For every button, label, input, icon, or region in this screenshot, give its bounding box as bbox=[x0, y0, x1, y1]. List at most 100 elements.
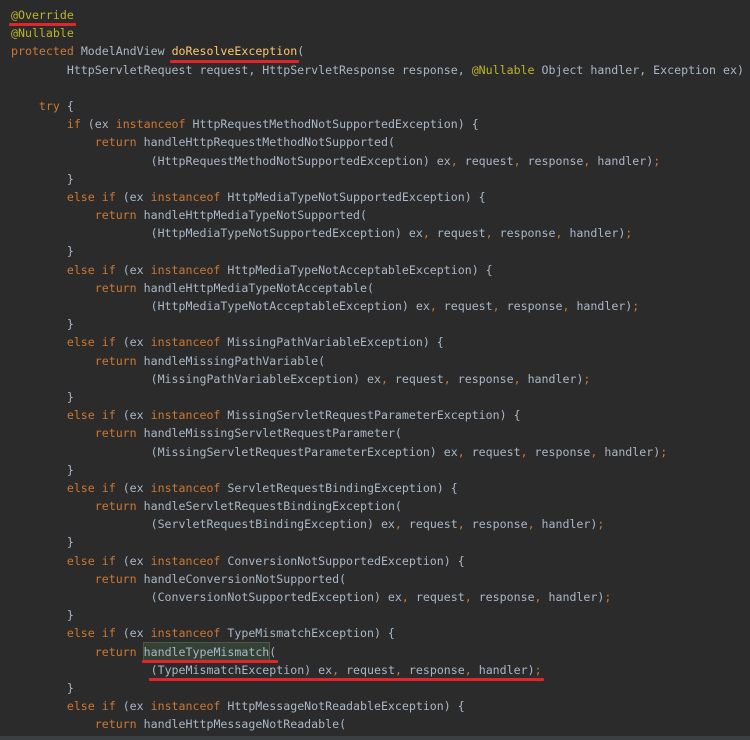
code-token: , bbox=[450, 153, 465, 168]
code-line[interactable]: (HttpRequestMethodNotSupportedException)… bbox=[0, 152, 750, 170]
code-line[interactable]: (TypeMismatchException) ex, request, res… bbox=[0, 661, 750, 682]
code-token: request bbox=[436, 226, 486, 241]
code-token: else if bbox=[66, 408, 123, 423]
code-line[interactable]: (HttpMediaTypeNotSupportedException) ex,… bbox=[0, 224, 750, 242]
code-token: ; bbox=[653, 153, 661, 168]
code-line[interactable]: (HttpMediaTypeNotAcceptableException) ex… bbox=[0, 297, 750, 315]
code-token: (HttpMediaTypeNotSupportedException) ex bbox=[11, 226, 423, 241]
code-token: , bbox=[562, 299, 577, 313]
code-line[interactable]: } bbox=[0, 461, 750, 479]
code-token: } bbox=[11, 389, 74, 404]
code-line[interactable]: try { bbox=[0, 97, 750, 115]
code-line[interactable]: else if (ex instanceof TypeMismatchExcep… bbox=[0, 624, 750, 642]
code-token: response bbox=[499, 226, 556, 241]
code-token: , bbox=[485, 226, 500, 241]
code-line[interactable]: return handleMissingServletRequestParame… bbox=[0, 424, 750, 442]
code-line[interactable]: return handleHttpRequestMethodNotSupport… bbox=[0, 133, 750, 151]
code-token: MissingServletRequestParameterException)… bbox=[227, 408, 521, 423]
underlined-code-token: ; bbox=[532, 661, 544, 682]
code-token: request bbox=[471, 444, 521, 459]
code-line[interactable]: @Nullable bbox=[0, 24, 750, 42]
code-token: Object handler, Exception ex) { bbox=[541, 62, 750, 77]
code-line[interactable]: return handleConversionNotSupported( bbox=[0, 570, 750, 588]
code-line[interactable]: return handleMissingPathVariable( bbox=[0, 352, 750, 370]
code-token: ; bbox=[625, 226, 633, 241]
code-line[interactable]: (MissingPathVariableException) ex, reque… bbox=[0, 370, 750, 388]
code-line[interactable]: (ServletRequestBindingException) ex, req… bbox=[0, 515, 750, 533]
underlined-code-token: , bbox=[330, 661, 349, 682]
code-area[interactable]: @Override @Nullable protected ModelAndView… bbox=[0, 6, 750, 734]
code-line[interactable]: } bbox=[0, 388, 750, 406]
code-line[interactable] bbox=[0, 79, 750, 97]
code-line[interactable]: return handleHttpMediaTypeNotSupported( bbox=[0, 206, 750, 224]
code-line[interactable]: else if (ex instanceof HttpMediaTypeNotS… bbox=[0, 188, 750, 206]
horizontal-scrollbar[interactable] bbox=[0, 736, 750, 740]
code-line[interactable]: protected ModelAndView doResolveExceptio… bbox=[0, 42, 750, 63]
underlined-code-token: request bbox=[344, 661, 397, 682]
code-line[interactable]: return handleHttpMessageNotReadable( bbox=[0, 715, 750, 733]
code-line[interactable]: HttpServletRequest request, HttpServletR… bbox=[0, 61, 750, 79]
code-token: protected bbox=[11, 44, 81, 59]
code-line[interactable]: } bbox=[0, 606, 750, 624]
code-line[interactable]: } bbox=[0, 242, 750, 260]
code-line[interactable]: else if (ex instanceof HttpMessageNotRea… bbox=[0, 697, 750, 715]
code-line[interactable]: else if (ex instanceof MissingPathVariab… bbox=[0, 333, 750, 351]
code-editor[interactable]: @Override @Nullable protected ModelAndView… bbox=[0, 0, 750, 740]
code-token: return bbox=[94, 135, 144, 150]
code-token: HttpMediaTypeNotSupportedException) { bbox=[227, 189, 486, 204]
code-token: , bbox=[520, 444, 535, 459]
code-line[interactable]: (ConversionNotSupportedException) ex, re… bbox=[0, 588, 750, 606]
code-token: else if bbox=[66, 699, 123, 714]
underlined-code-token: , bbox=[392, 661, 411, 682]
code-token: , bbox=[492, 299, 507, 313]
code-token: HttpMessageNotReadableException) { bbox=[227, 699, 465, 714]
code-token: response bbox=[471, 517, 528, 532]
code-line[interactable]: (MissingServletRequestParameterException… bbox=[0, 443, 750, 461]
code-token: , bbox=[527, 517, 542, 532]
code-token: handler) bbox=[597, 153, 654, 168]
code-line[interactable]: } bbox=[0, 533, 750, 551]
code-token: , bbox=[394, 517, 409, 532]
code-token: , bbox=[590, 444, 605, 459]
code-line[interactable]: } bbox=[0, 679, 750, 697]
code-token: } bbox=[11, 535, 74, 550]
code-token: (HttpRequestMethodNotSupportedException)… bbox=[11, 153, 451, 168]
code-line[interactable]: else if (ex instanceof ConversionNotSupp… bbox=[0, 552, 750, 570]
code-token: return bbox=[94, 208, 144, 223]
code-token: try bbox=[38, 98, 67, 113]
code-token: response bbox=[534, 444, 591, 459]
code-token: , bbox=[401, 590, 416, 604]
code-token: } bbox=[11, 608, 74, 623]
code-line[interactable]: @Override bbox=[0, 6, 750, 27]
code-line[interactable]: return handleTypeMismatch( bbox=[0, 641, 750, 663]
code-token: , bbox=[457, 444, 472, 459]
code-token: (ServletRequestBindingException) ex bbox=[11, 517, 395, 532]
code-line[interactable]: else if (ex instanceof ServletRequestBin… bbox=[0, 479, 750, 497]
code-token: } bbox=[11, 317, 74, 332]
code-token: (ConversionNotSupportedException) ex bbox=[11, 590, 402, 604]
code-token: else if bbox=[66, 480, 123, 495]
code-line[interactable]: return handleHttpMediaTypeNotAcceptable( bbox=[0, 279, 750, 297]
underlined-code-token: response bbox=[406, 661, 467, 682]
code-line[interactable]: else if (ex instanceof HttpMediaTypeNotA… bbox=[0, 261, 750, 279]
code-token: , bbox=[513, 371, 528, 386]
code-line[interactable]: if (ex instanceof HttpRequestMethodNotSu… bbox=[0, 115, 750, 133]
code-token: (HttpMediaTypeNotAcceptableException) ex bbox=[11, 299, 430, 313]
code-line[interactable]: return handleServletRequestBindingExcept… bbox=[0, 497, 750, 515]
code-line[interactable]: } bbox=[0, 315, 750, 333]
code-token: (ex bbox=[122, 189, 151, 204]
code-line[interactable]: else if (ex instanceof MissingServletReq… bbox=[0, 406, 750, 424]
code-line[interactable]: } bbox=[0, 170, 750, 188]
code-token: handleMissingPathVariable( bbox=[143, 353, 326, 368]
code-token: return bbox=[94, 426, 144, 441]
